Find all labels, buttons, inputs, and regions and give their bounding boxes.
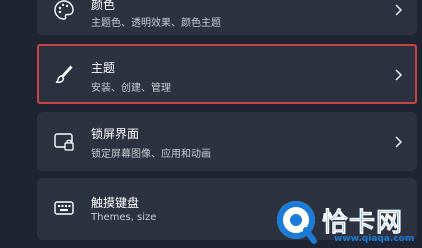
- settings-item-title: 锁屏界面: [91, 127, 140, 141]
- settings-item-themes[interactable]: 主题 安装、创建、管理: [37, 44, 417, 104]
- settings-item-title: 主题: [91, 61, 116, 75]
- settings-item-subtitle: 主题色、透明效果、颜色主题: [91, 18, 221, 29]
- settings-item-subtitle: Themes, size: [91, 212, 157, 223]
- watermark: 恰卡网 www.qiaqa.com: [272, 198, 422, 247]
- chevron-right-icon: [393, 4, 403, 16]
- brush-icon: [53, 63, 75, 85]
- chevron-right-icon: [393, 69, 403, 81]
- palette-icon: [53, 0, 75, 21]
- settings-item-colors[interactable]: 颜色 主题色、透明效果、颜色主题: [37, 0, 417, 35]
- chevron-right-icon: [393, 136, 403, 148]
- settings-item-lock-screen[interactable]: 锁屏界面 锁定屏幕图像、应用和动画: [37, 112, 417, 171]
- lock-screen-icon: [53, 130, 75, 152]
- watermark-url: www.qiaqa.com: [334, 234, 415, 244]
- settings-item-subtitle: 安装、创建、管理: [91, 83, 171, 94]
- keyboard-icon: [53, 197, 75, 219]
- settings-item-title: 触摸键盘: [91, 196, 140, 210]
- watermark-logo-icon: [274, 198, 318, 244]
- settings-item-subtitle: 锁定屏幕图像、应用和动画: [91, 149, 211, 160]
- settings-item-title: 颜色: [91, 0, 116, 12]
